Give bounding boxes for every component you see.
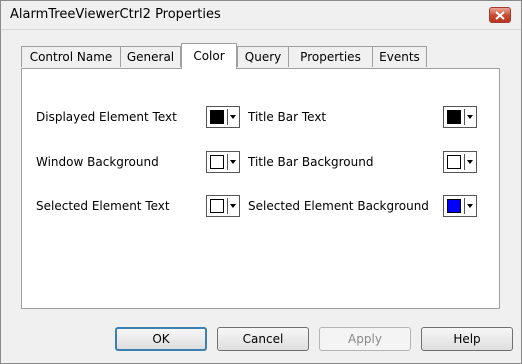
selected-element-text-label: Selected Element Text (36, 199, 170, 213)
properties-dialog: AlarmTreeViewerCtrl2 Properties Control … (0, 0, 522, 364)
tab-events[interactable]: Events (372, 46, 427, 67)
displayed-element-text-label: Displayed Element Text (36, 110, 177, 124)
dropdown-arrow-icon (467, 115, 473, 119)
dropdown-arrow-icon (230, 160, 236, 164)
title-bar-background-label: Title Bar Background (248, 155, 374, 169)
window-background-label: Window Background (36, 155, 159, 169)
help-button[interactable]: Help (421, 327, 513, 351)
apply-button[interactable]: Apply (319, 327, 411, 351)
selected-element-text-color-picker[interactable] (206, 195, 240, 217)
color-swatch (210, 199, 224, 213)
selected-element-background-label: Selected Element Background (248, 199, 429, 213)
tab-color[interactable]: Color (181, 43, 237, 69)
dropdown-arrow-icon (230, 115, 236, 119)
dropdown-arrow-icon (467, 160, 473, 164)
cancel-button[interactable]: Cancel (217, 327, 309, 351)
title-bar-text-color-picker[interactable] (443, 106, 477, 128)
color-swatch (210, 110, 224, 124)
close-icon (495, 11, 505, 20)
color-swatch (447, 155, 461, 169)
dropdown-arrow-icon (467, 204, 473, 208)
selected-element-background-color-picker[interactable] (443, 195, 477, 217)
tab-properties[interactable]: Properties (288, 46, 373, 67)
color-tab-panel: Displayed Element Text Window Background… (21, 68, 500, 309)
title-bar-background-color-picker[interactable] (443, 151, 477, 173)
title-bar-text-label: Title Bar Text (248, 110, 327, 124)
displayed-element-text-color-picker[interactable] (206, 106, 240, 128)
close-button[interactable] (489, 7, 511, 23)
window-background-color-picker[interactable] (206, 151, 240, 173)
tab-general[interactable]: General (120, 46, 181, 67)
title-bar: AlarmTreeViewerCtrl2 Properties (1, 1, 521, 30)
color-swatch (210, 155, 224, 169)
tab-control-name[interactable]: Control Name (21, 46, 121, 67)
color-swatch (447, 110, 461, 124)
ok-button[interactable]: OK (115, 327, 207, 351)
dropdown-arrow-icon (230, 204, 236, 208)
window-title: AlarmTreeViewerCtrl2 Properties (10, 7, 221, 22)
color-swatch (447, 199, 461, 213)
tab-query[interactable]: Query (237, 46, 289, 67)
